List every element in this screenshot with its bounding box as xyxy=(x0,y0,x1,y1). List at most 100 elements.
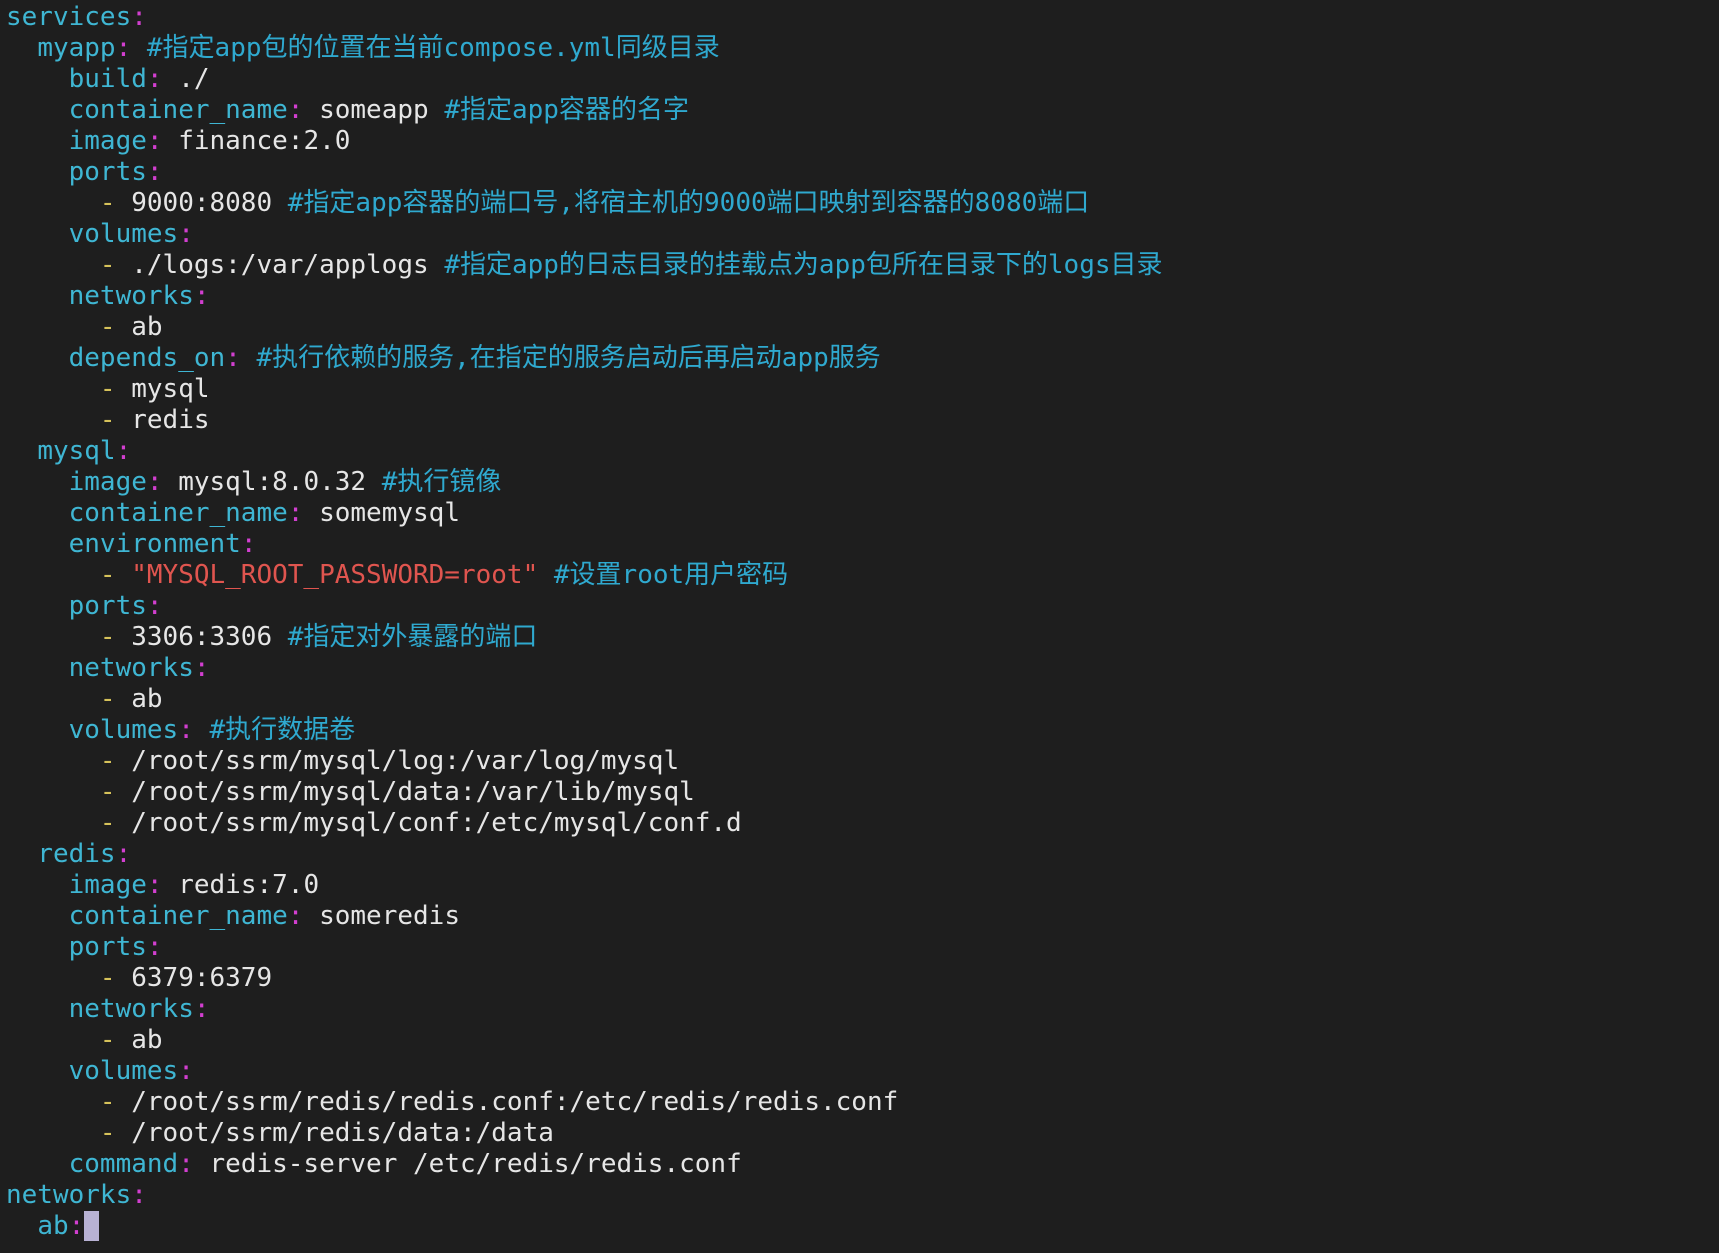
yaml-key: ab xyxy=(37,1211,69,1241)
code-line[interactable]: - mysql xyxy=(6,374,1719,405)
yaml-punctuation: : xyxy=(240,529,257,559)
code-line[interactable]: - /root/ssrm/redis/data:/data xyxy=(6,1118,1719,1149)
yaml-punctuation: : xyxy=(193,653,210,683)
yaml-punctuation: : xyxy=(287,901,304,931)
code-line[interactable]: - /root/ssrm/mysql/data:/var/lib/mysql xyxy=(6,777,1719,808)
code-line[interactable]: myapp: #指定app包的位置在当前compose.yml同级目录 xyxy=(6,33,1719,64)
yaml-value: redis:7.0 xyxy=(162,870,320,900)
code-line[interactable]: build: ./ xyxy=(6,64,1719,95)
code-editor[interactable]: services: myapp: #指定app包的位置在当前compose.ym… xyxy=(0,0,1719,1253)
yaml-punctuation: : xyxy=(178,1056,194,1086)
yaml-value: 6379:6379 xyxy=(115,963,273,993)
code-line[interactable]: - /root/ssrm/mysql/conf:/etc/mysql/conf.… xyxy=(6,808,1719,839)
yaml-punctuation: : xyxy=(146,932,163,962)
code-line[interactable]: image: redis:7.0 xyxy=(6,870,1719,901)
code-line[interactable]: volumes: xyxy=(6,219,1719,250)
code-line[interactable]: - "MYSQL_ROOT_PASSWORD=root" #设置root用户密码 xyxy=(6,560,1719,591)
code-line[interactable]: - ./logs:/var/applogs #指定app的日志目录的挂载点为ap… xyxy=(6,250,1719,281)
yaml-punctuation: : xyxy=(146,126,163,156)
code-line[interactable]: depends_on: #执行依赖的服务,在指定的服务启动后再启动app服务 xyxy=(6,343,1719,374)
yaml-punctuation: : xyxy=(287,95,304,125)
code-line[interactable]: image: finance:2.0 xyxy=(6,126,1719,157)
code-line[interactable]: environment: xyxy=(6,529,1719,560)
code-line[interactable]: networks: xyxy=(6,281,1719,312)
code-line[interactable]: ports: xyxy=(6,157,1719,188)
code-line[interactable]: networks: xyxy=(6,1180,1719,1211)
yaml-punctuation: : xyxy=(146,870,163,900)
code-line[interactable]: redis: xyxy=(6,839,1719,870)
yaml-key: image xyxy=(68,870,147,900)
code-line[interactable]: - redis xyxy=(6,405,1719,436)
code-line[interactable]: - /root/ssrm/redis/redis.conf:/etc/redis… xyxy=(6,1087,1719,1118)
yaml-punctuation: : xyxy=(178,715,194,745)
code-line[interactable]: - 3306:3306 #指定对外暴露的端口 xyxy=(6,622,1719,653)
code-line[interactable]: image: mysql:8.0.32 #执行镜像 xyxy=(6,467,1719,498)
code-line[interactable]: container_name: someapp #指定app容器的名字 xyxy=(6,95,1719,126)
code-line[interactable]: - ab xyxy=(6,684,1719,715)
code-line[interactable]: container_name: somemysql xyxy=(6,498,1719,529)
yaml-string: "MYSQL_ROOT_PASSWORD=root" xyxy=(131,560,539,590)
yaml-value: /root/ssrm/mysql/conf:/etc/mysql/conf.d xyxy=(115,808,742,838)
yaml-key: networks xyxy=(68,653,194,683)
yaml-key: services xyxy=(6,2,132,32)
code-line[interactable]: ab: xyxy=(6,1211,1719,1242)
code-line[interactable]: ports: xyxy=(6,591,1719,622)
code-line[interactable]: - /root/ssrm/mysql/log:/var/log/mysql xyxy=(6,746,1719,777)
yaml-value: ab xyxy=(115,312,163,342)
yaml-punctuation: : xyxy=(178,1149,194,1179)
yaml-comment: #指定app容器的端口号,将宿主机的9000端口映射到容器的8080端口 xyxy=(287,188,1090,218)
code-line[interactable]: networks: xyxy=(6,994,1719,1025)
yaml-value: finance:2.0 xyxy=(162,126,351,156)
code-line[interactable]: networks: xyxy=(6,653,1719,684)
code-line[interactable]: command: redis-server /etc/redis/redis.c… xyxy=(6,1149,1719,1180)
code-line[interactable]: - ab xyxy=(6,1025,1719,1056)
code-line[interactable]: volumes: xyxy=(6,1056,1719,1087)
yaml-key: networks xyxy=(6,1180,132,1210)
yaml-value: redis xyxy=(115,405,210,435)
yaml-value: /root/ssrm/redis/data:/data xyxy=(115,1118,554,1148)
code-line[interactable]: volumes: #执行数据卷 xyxy=(6,715,1719,746)
code-content[interactable]: services: myapp: #指定app包的位置在当前compose.ym… xyxy=(6,2,1719,1242)
yaml-key: depends_on xyxy=(68,343,226,373)
code-line[interactable]: container_name: someredis xyxy=(6,901,1719,932)
yaml-value: /root/ssrm/mysql/data:/var/lib/mysql xyxy=(115,777,695,807)
code-line[interactable]: - ab xyxy=(6,312,1719,343)
yaml-value: ab xyxy=(115,684,163,714)
yaml-list-dash: - xyxy=(99,1118,116,1148)
yaml-punctuation: : xyxy=(146,467,163,497)
yaml-value: mysql xyxy=(115,374,210,404)
yaml-list-dash: - xyxy=(99,560,116,590)
code-line[interactable]: services: xyxy=(6,2,1719,33)
yaml-punctuation: : xyxy=(115,33,132,63)
yaml-key: container_name xyxy=(68,95,288,125)
yaml-value: ./logs:/var/applogs xyxy=(115,250,445,280)
code-line[interactable]: - 9000:8080 #指定app容器的端口号,将宿主机的9000端口映射到容… xyxy=(6,188,1719,219)
yaml-list-dash: - xyxy=(99,746,116,776)
code-line[interactable]: ports: xyxy=(6,932,1719,963)
code-line[interactable]: - 6379:6379 xyxy=(6,963,1719,994)
yaml-value: /root/ssrm/mysql/log:/var/log/mysql xyxy=(115,746,680,776)
yaml-punctuation: : xyxy=(115,839,132,869)
yaml-key: networks xyxy=(68,994,194,1024)
code-line[interactable]: mysql: xyxy=(6,436,1719,467)
yaml-key: container_name xyxy=(68,498,288,528)
